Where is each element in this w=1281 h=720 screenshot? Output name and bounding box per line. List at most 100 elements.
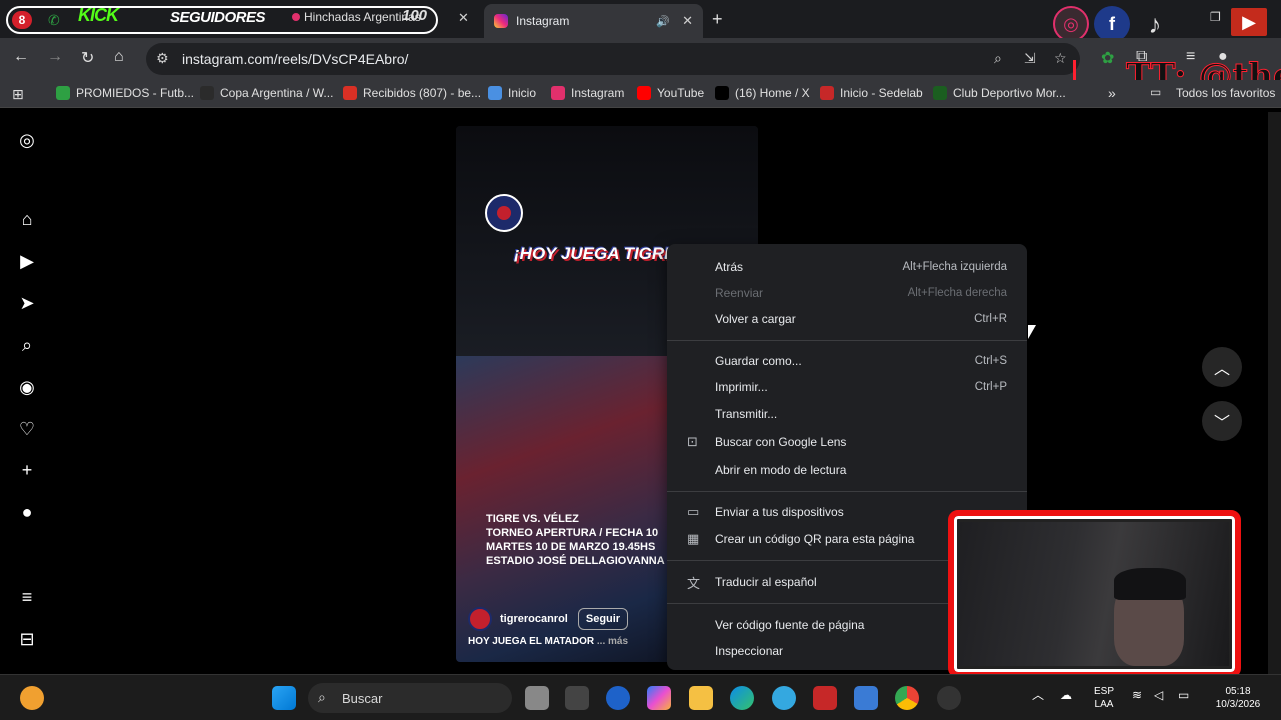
- meta-apps-icon[interactable]: ⊟: [17, 629, 37, 649]
- menu-item-print[interactable]: Imprimir... Ctrl+P: [667, 374, 1027, 400]
- all-bookmarks-link[interactable]: Todos los favoritos: [1176, 86, 1275, 100]
- windows-taskbar: ⌕ Buscar ︿ ☁ ESP LAA ≋ ◁ ▭ 05:18 10/3/20…: [0, 674, 1281, 720]
- apps-grid-icon[interactable]: ⊞: [12, 86, 24, 103]
- site-settings-icon[interactable]: ⚙: [156, 50, 169, 67]
- menu-item-back[interactable]: Atrás Alt+Flecha izquierda: [667, 254, 1027, 280]
- next-reel-button[interactable]: ﹀: [1202, 401, 1242, 441]
- tiktok-overlay-icon: ♪: [1148, 8, 1162, 39]
- menu-item-label: Atrás: [715, 260, 744, 274]
- menu-item-label: Enviar a tus dispositivos: [715, 505, 844, 519]
- reload-icon[interactable]: ↻: [81, 48, 94, 68]
- install-icon[interactable]: ⇲: [1024, 50, 1036, 67]
- bookmark-item[interactable]: (16) Home / X: [715, 86, 810, 100]
- onedrive-icon[interactable]: ☁: [1060, 689, 1072, 702]
- bookmark-item[interactable]: Inicio: [488, 86, 536, 100]
- close-tab-icon[interactable]: ✕: [682, 13, 693, 29]
- menu-item-save-as[interactable]: Guardar como... Ctrl+S: [667, 348, 1027, 374]
- previous-reel-button[interactable]: ︿: [1202, 347, 1242, 387]
- clock[interactable]: 05:18 10/3/2026: [1210, 685, 1266, 711]
- reel-caption: HOY JUEGA EL MATADOR ... más: [468, 636, 628, 647]
- tab-hinchadas[interactable]: Hinchadas Argentinas 100: [292, 7, 427, 24]
- bookmark-item[interactable]: Inicio - Sedelab: [820, 86, 923, 100]
- hinchadas-number: 100: [402, 7, 428, 24]
- bookmark-label: Club Deportivo Mor...: [953, 86, 1066, 100]
- show-hidden-icons[interactable]: ︿: [1032, 689, 1044, 702]
- page-scrollbar[interactable]: [1268, 112, 1281, 674]
- more-bookmarks-icon[interactable]: »: [1108, 85, 1116, 101]
- new-tab-icon[interactable]: +: [712, 9, 723, 30]
- reel-info-line: TIGRE VS. VÉLEZ: [486, 513, 579, 525]
- reel-author: tigrerocanrol Seguir: [468, 607, 629, 631]
- security-shield-icon[interactable]: [813, 686, 837, 710]
- menu-item-cast[interactable]: Transmitir...: [667, 401, 1027, 427]
- bookmark-item[interactable]: Club Deportivo Mor...: [933, 86, 1066, 100]
- reels-icon[interactable]: ▶: [17, 251, 37, 271]
- reel-headline: ¡HOY JUEGA TIGRE!: [514, 244, 682, 263]
- close-tab-icon[interactable]: ✕: [458, 10, 469, 26]
- windows-start-icon[interactable]: [272, 686, 296, 710]
- home-icon[interactable]: ⌂: [17, 209, 37, 229]
- file-explorer-icon[interactable]: [689, 686, 713, 710]
- explore-icon[interactable]: ◉: [17, 377, 37, 397]
- edge-icon[interactable]: [730, 686, 754, 710]
- store-icon[interactable]: [854, 686, 878, 710]
- messages-icon[interactable]: ➤: [17, 293, 37, 313]
- wifi-icon[interactable]: ≋: [1132, 689, 1142, 702]
- profile-avatar-icon[interactable]: ●: [17, 502, 37, 522]
- home-icon[interactable]: ⌂: [114, 48, 124, 66]
- more-link[interactable]: ... más: [597, 636, 628, 647]
- menu-icon[interactable]: ≡: [17, 587, 37, 607]
- language-indicator[interactable]: ESP LAA: [1094, 685, 1114, 711]
- bookmark-item[interactable]: Instagram: [551, 86, 624, 100]
- bookmark-label: PROMIEDOS - Futb...: [76, 86, 195, 100]
- bookmark-item[interactable]: Recibidos (807) - be...: [343, 86, 481, 100]
- clock-date: 10/3/2026: [1215, 699, 1261, 710]
- extension-icon[interactable]: ✿: [1101, 48, 1114, 68]
- follow-button[interactable]: Seguir: [577, 608, 629, 630]
- bookmark-item[interactable]: Copa Argentina / W...: [200, 86, 333, 100]
- author-avatar[interactable]: [468, 607, 492, 631]
- menu-item-google-lens[interactable]: ⊡ Buscar con Google Lens: [667, 429, 1027, 455]
- bookmark-star-icon[interactable]: ☆: [1054, 50, 1067, 67]
- chrome-icon[interactable]: [895, 686, 919, 710]
- menu-item-shortcut: Ctrl+S: [974, 355, 1007, 367]
- translate-icon: 文: [687, 575, 701, 591]
- zoom-icon[interactable]: ⌕: [994, 50, 1002, 67]
- bookmark-favicon-icon: [637, 86, 651, 100]
- restore-window-icon[interactable]: ❐: [1210, 10, 1221, 24]
- copilot-icon[interactable]: [647, 686, 671, 710]
- tab-instagram[interactable]: Instagram 🔊 ✕: [484, 4, 703, 38]
- streamer-hair: [1114, 568, 1186, 600]
- record-icon: [292, 13, 300, 21]
- volume-icon[interactable]: ◁: [1154, 689, 1163, 702]
- seguidores-label: SEGUIDORES: [170, 9, 266, 26]
- app-icon[interactable]: [772, 686, 796, 710]
- instagram-logo-icon[interactable]: ◎: [17, 130, 37, 150]
- task-view-icon[interactable]: [525, 686, 549, 710]
- back-icon[interactable]: ←: [13, 48, 29, 66]
- search-icon[interactable]: ⌕: [17, 335, 37, 355]
- menu-item-reload[interactable]: Volver a cargar Ctrl+R: [667, 306, 1027, 332]
- bookmarks-bar: ⊞ » ▭ Todos los favoritos PROMIEDOS - Fu…: [0, 80, 1281, 108]
- hp-icon[interactable]: [606, 686, 630, 710]
- weather-widget-icon[interactable]: [20, 686, 44, 710]
- menu-item-forward: Reenviar Alt+Flecha derecha: [667, 280, 1027, 306]
- menu-item-label: Ver código fuente de página: [715, 618, 865, 632]
- menu-item-label: Transmitir...: [715, 407, 778, 421]
- forward-icon[interactable]: →: [47, 48, 63, 66]
- instagram-sidebar: ◎ ⌂ ▶ ➤ ⌕ ◉ ♡ + ● ≡ ⊟: [0, 112, 56, 674]
- menu-item-reading-mode[interactable]: Abrir en modo de lectura: [667, 457, 1027, 483]
- menu-item-shortcut: Alt+Flecha izquierda: [902, 261, 1007, 273]
- bookmark-item[interactable]: PROMIEDOS - Futb...: [56, 86, 194, 100]
- bookmark-favicon-icon: [820, 86, 834, 100]
- create-icon[interactable]: +: [17, 460, 37, 480]
- address-bar[interactable]: ⚙ instagram.com/reels/DVsCP4EAbro/ ⌕ ⇲ ☆: [146, 43, 1080, 75]
- notifications-heart-icon[interactable]: ♡: [17, 419, 37, 439]
- app-icon[interactable]: [937, 686, 961, 710]
- bookmark-item[interactable]: YouTube: [637, 86, 704, 100]
- speaker-icon[interactable]: 🔊: [656, 15, 670, 28]
- taskbar-search[interactable]: ⌕ Buscar: [308, 683, 512, 713]
- battery-icon[interactable]: ▭: [1178, 689, 1189, 702]
- author-username[interactable]: tigrerocanrol: [500, 613, 568, 625]
- app-icon[interactable]: [565, 686, 589, 710]
